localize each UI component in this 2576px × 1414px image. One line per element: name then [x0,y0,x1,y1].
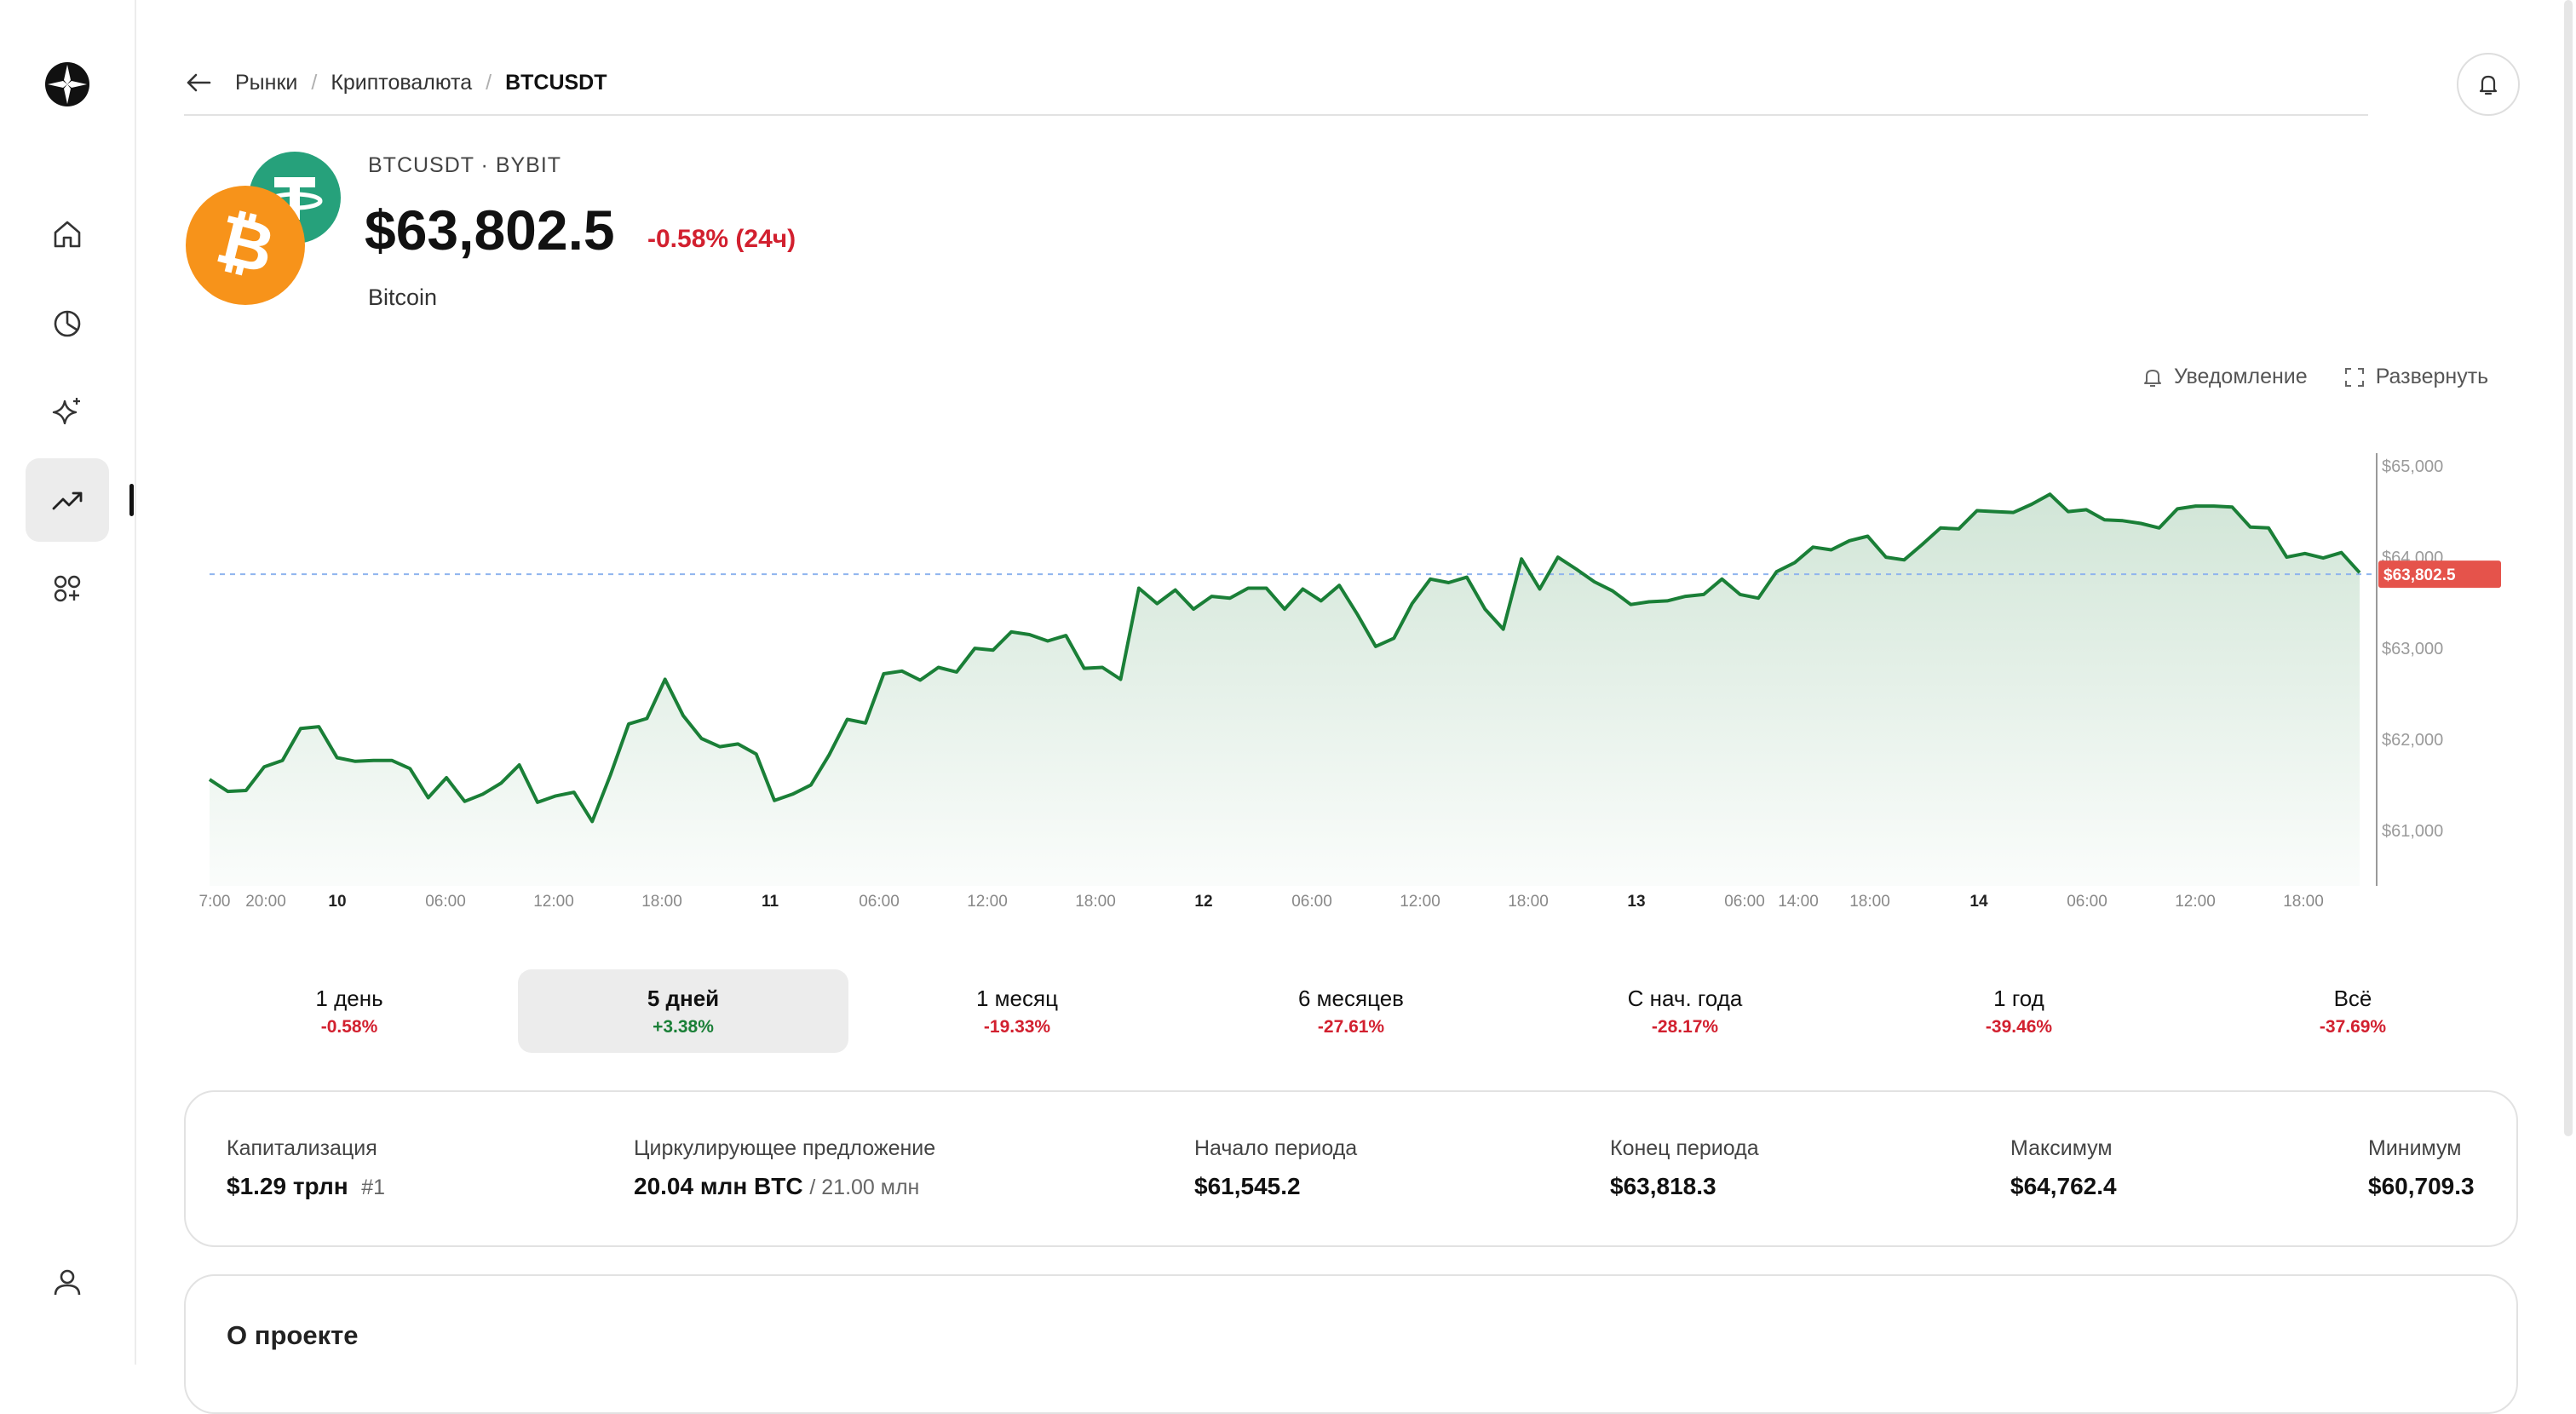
stat-market-cap: Капитализация $1.29 трлн #1 [227,1136,385,1200]
x-tick-label: 11 [762,893,779,911]
x-tick-label: 18:00 [641,893,682,911]
x-tick-label: 18:00 [1508,893,1549,911]
apps-icon [54,575,81,602]
stat-value: $60,709.3 [2368,1173,2475,1199]
period-option[interactable]: Всё -37.69% [2188,969,2518,1053]
price-chart[interactable]: $65,000$64,000$63,000$62,000$61,000 7:00… [184,0,2552,920]
period-change: -28.17% [1651,1016,1719,1037]
stat-label: Конец периода [1610,1136,1759,1160]
pie-chart-icon [54,310,81,337]
x-tick-label: 12:00 [967,893,1008,911]
stat-period-end: Конец периода $63,818.3 [1610,1136,1759,1200]
active-nav-indicator [129,484,134,516]
period-option[interactable]: 1 месяц -19.33% [852,969,1182,1053]
y-tick-label: $63,000 [2382,640,2443,658]
stat-max: Максимум $64,762.4 [2010,1136,2117,1200]
period-change: -39.46% [1985,1016,2053,1037]
stat-value: $61,545.2 [1194,1173,1301,1199]
nav-markets[interactable] [26,458,109,542]
supply-max: / 21.00 млн [809,1175,920,1199]
y-tick-label: $65,000 [2382,457,2443,476]
x-tick-label: 12:00 [2175,893,2216,911]
about-title: О проекте [227,1320,359,1350]
period-label: 1 год [1993,985,2044,1011]
stat-value: $1.29 трлн #1 [227,1173,385,1200]
stat-label: Капитализация [227,1136,377,1160]
stat-supply: Циркулирующее предложение 20.04 млн BTC … [634,1136,935,1200]
x-tick-label: 14:00 [1778,893,1819,911]
x-tick-label: 18:00 [2283,893,2324,911]
y-tick-label: $61,000 [2382,822,2443,841]
period-change: -37.69% [2319,1016,2387,1037]
chart-area-fill [210,494,2360,886]
period-change: -27.61% [1317,1016,1385,1037]
stat-label: Начало периода [1194,1136,1358,1160]
x-tick-label: 06:00 [1291,893,1332,911]
nav-profile[interactable] [26,1240,109,1324]
period-option[interactable]: 6 месяцев -27.61% [1186,969,1516,1053]
x-tick-label: 12:00 [533,893,574,911]
stat-value: $63,818.3 [1610,1173,1716,1199]
trending-up-icon [52,491,83,510]
period-option[interactable]: С нач. года -28.17% [1520,969,1850,1053]
stat-label: Максимум [2010,1136,2113,1160]
nav-portfolio[interactable] [26,281,109,365]
y-tick-label: $62,000 [2382,731,2443,750]
stat-min: Минимум $60,709.3 [2368,1136,2475,1200]
x-tick-label: 06:00 [859,893,900,911]
x-tick-label: 18:00 [1075,893,1116,911]
current-price-tag-label: $63,802.5 [2383,566,2456,584]
period-label: 5 дней [647,985,720,1011]
period-label: Всё [2333,985,2372,1011]
nav-home[interactable] [26,193,109,276]
nav-apps[interactable] [26,547,109,630]
stat-value: 20.04 млн BTC / 21.00 млн [634,1173,935,1200]
period-label: 6 месяцев [1298,985,1404,1011]
stat-label: Циркулирующее предложение [634,1136,936,1160]
supply-value: 20.04 млн BTC [634,1173,803,1199]
stats-card: Капитализация $1.29 трлн #1 Циркулирующе… [184,1090,2518,1247]
period-option[interactable]: 1 год -39.46% [1854,969,2184,1053]
sidebar [0,0,136,1365]
x-tick-label: 06:00 [425,893,466,911]
nav-ai[interactable] [26,370,109,453]
x-tick-label: 13 [1627,893,1645,911]
user-icon [54,1269,81,1296]
market-cap-rank: #1 [361,1175,386,1199]
period-label: 1 месяц [976,985,1058,1011]
stat-value: $64,762.4 [2010,1173,2117,1199]
period-label: С нач. года [1627,985,1743,1011]
market-cap-value: $1.29 трлн [227,1173,348,1199]
x-tick-label: 12 [1194,893,1212,911]
x-tick-label: 10 [328,893,346,911]
period-change: -0.58% [320,1016,378,1037]
period-change: -19.33% [983,1016,1051,1037]
x-tick-label: 7:00 [199,893,231,911]
x-tick-label: 18:00 [1849,893,1890,911]
stat-period-start: Начало периода $61,545.2 [1194,1136,1357,1200]
x-tick-label: 06:00 [2067,893,2107,911]
about-card: О проекте [184,1274,2518,1414]
x-tick-label: 06:00 [1724,893,1765,911]
period-option[interactable]: 1 день -0.58% [184,969,515,1053]
app-logo-icon[interactable] [44,61,90,107]
home-icon [54,221,81,248]
x-tick-label: 12:00 [1400,893,1440,911]
sparkle-icon [52,398,80,425]
period-option[interactable]: 5 дней +3.38% [518,969,848,1053]
x-tick-label: 20:00 [245,893,286,911]
period-label: 1 день [315,985,383,1011]
x-tick-label: 14 [1969,893,1988,911]
period-selector: 1 день -0.58% 5 дней +3.38% 1 месяц -19.33% 6 … [184,969,2535,1053]
stat-label: Минимум [2368,1136,2462,1160]
period-change: +3.38% [653,1016,714,1037]
page-scrollbar[interactable] [2564,0,2573,1136]
